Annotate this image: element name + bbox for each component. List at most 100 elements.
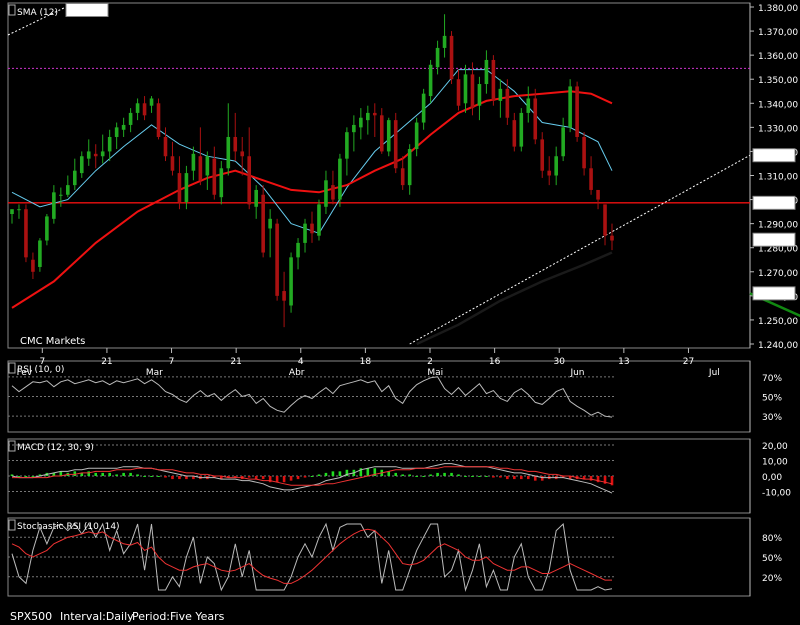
pane-frame-rsi	[7, 360, 751, 433]
y-tick-label: 1.370,00	[758, 28, 798, 38]
y-tick-label: 1.380,00	[758, 4, 798, 14]
macd-histogram-bar	[17, 476, 21, 477]
x-tick-label: 16	[489, 357, 501, 367]
callout-trend: 1.318,42	[754, 152, 794, 162]
macd-tick-label: 10,00	[762, 458, 788, 468]
macd-histogram-bar	[436, 472, 439, 476]
candle-body	[268, 218, 272, 229]
macd-title: MACD (12, 30, 9)	[17, 443, 94, 453]
candle-body	[456, 79, 461, 106]
y-tick-label: 1.360,00	[758, 52, 798, 62]
macd-histogram-bar	[471, 476, 474, 477]
stochastic-tick-label: 20%	[762, 574, 782, 584]
macd-histogram-bar	[422, 476, 425, 477]
candle-body	[100, 151, 105, 157]
candle-body	[59, 194, 63, 196]
macd-histogram-bar	[415, 476, 418, 477]
macd-histogram-bar	[513, 476, 516, 480]
candle-body	[219, 168, 224, 198]
x-tick-label: 30	[554, 357, 566, 367]
legend-icon-box	[8, 4, 16, 16]
candle-body	[170, 156, 175, 171]
candle-body	[142, 103, 147, 116]
macd-histogram-bar	[122, 472, 125, 476]
rsi-title: RSI (10, 0)	[17, 365, 64, 375]
macd-histogram-bar	[520, 476, 523, 480]
candle-body	[282, 291, 286, 301]
candle-body	[317, 204, 321, 236]
candle-body	[121, 124, 126, 130]
candle-body	[38, 240, 42, 267]
callout-green: 1.261,04	[754, 290, 794, 300]
candle-body	[254, 189, 258, 207]
candle-body	[477, 84, 482, 106]
candle-body	[547, 170, 552, 176]
macd-histogram-bar	[492, 476, 495, 478]
macd-tick-label: 0,00	[762, 473, 782, 483]
candle-body	[261, 194, 265, 253]
candle-body	[596, 189, 600, 200]
candle-body	[247, 156, 252, 205]
candle-body	[505, 88, 510, 118]
candle-body	[177, 173, 182, 202]
stochastic-tick-label: 80%	[762, 534, 782, 544]
macd-histogram-bar	[429, 474, 432, 476]
candle-body	[296, 242, 300, 258]
macd-histogram-bar	[394, 472, 398, 476]
candle-body	[526, 98, 531, 113]
macd-histogram-bar	[73, 471, 77, 476]
y-tick-label: 1.340,00	[758, 100, 798, 110]
x-tick-label: 4	[298, 357, 304, 367]
macd-histogram-bar	[296, 476, 300, 480]
candle-body	[93, 153, 98, 157]
candle-body	[240, 151, 245, 157]
rsi-tick-label: 50%	[762, 394, 782, 404]
macd-histogram-bar	[485, 476, 488, 477]
candle-body	[582, 136, 586, 169]
macd-histogram-bar	[303, 476, 307, 478]
macd-histogram-bar	[464, 476, 467, 477]
macd-histogram-bar	[540, 476, 544, 481]
symbol-label: SPX500	[10, 610, 53, 623]
candle-body	[575, 86, 579, 137]
candle-body	[114, 127, 119, 137]
candle-body	[484, 59, 489, 85]
status-bar: SPX500 Interval:Daily Period:Five Years	[0, 600, 800, 625]
macd-histogram-bar	[282, 476, 286, 483]
candle-body	[428, 64, 433, 97]
macd-histogram-bar	[108, 472, 111, 476]
x-tick-label: 21	[230, 357, 241, 367]
macd-histogram-bar	[450, 472, 453, 476]
candle-body	[568, 86, 572, 128]
macd-legend-box	[8, 440, 16, 452]
chart-root: 1.240,001.250,001.260,001.270,001.280,00…	[7, 2, 800, 597]
rsi-tick-label: 70%	[762, 374, 782, 384]
callout-top: 1.534,09	[67, 7, 107, 17]
candle-body	[352, 124, 356, 133]
candle-body	[198, 156, 203, 181]
candle-body	[45, 216, 49, 241]
candle-body	[561, 127, 565, 157]
candle-body	[407, 149, 412, 186]
candle-body	[135, 103, 140, 113]
candle-body	[449, 35, 454, 80]
candle-body	[491, 59, 496, 101]
candle-body	[128, 112, 133, 125]
candle-body	[442, 35, 447, 48]
candle-body	[379, 115, 384, 152]
candle-body	[212, 158, 217, 195]
candle-body	[603, 204, 607, 236]
sma-200-line-shade	[416, 251, 613, 346]
candle-body	[359, 117, 363, 128]
candle-body	[191, 153, 196, 171]
month-label: Jul	[708, 368, 720, 378]
candle-body	[519, 112, 524, 147]
candle-body	[589, 168, 593, 190]
candle-body	[338, 158, 342, 200]
candle-body	[66, 185, 70, 195]
macd-histogram-bar	[150, 476, 153, 477]
y-tick-label: 1.270,00	[758, 269, 798, 279]
macd-histogram-bar	[324, 472, 328, 476]
period-label: Period:Five Years	[132, 610, 225, 623]
callout-ref: 1.298,65	[754, 200, 794, 210]
